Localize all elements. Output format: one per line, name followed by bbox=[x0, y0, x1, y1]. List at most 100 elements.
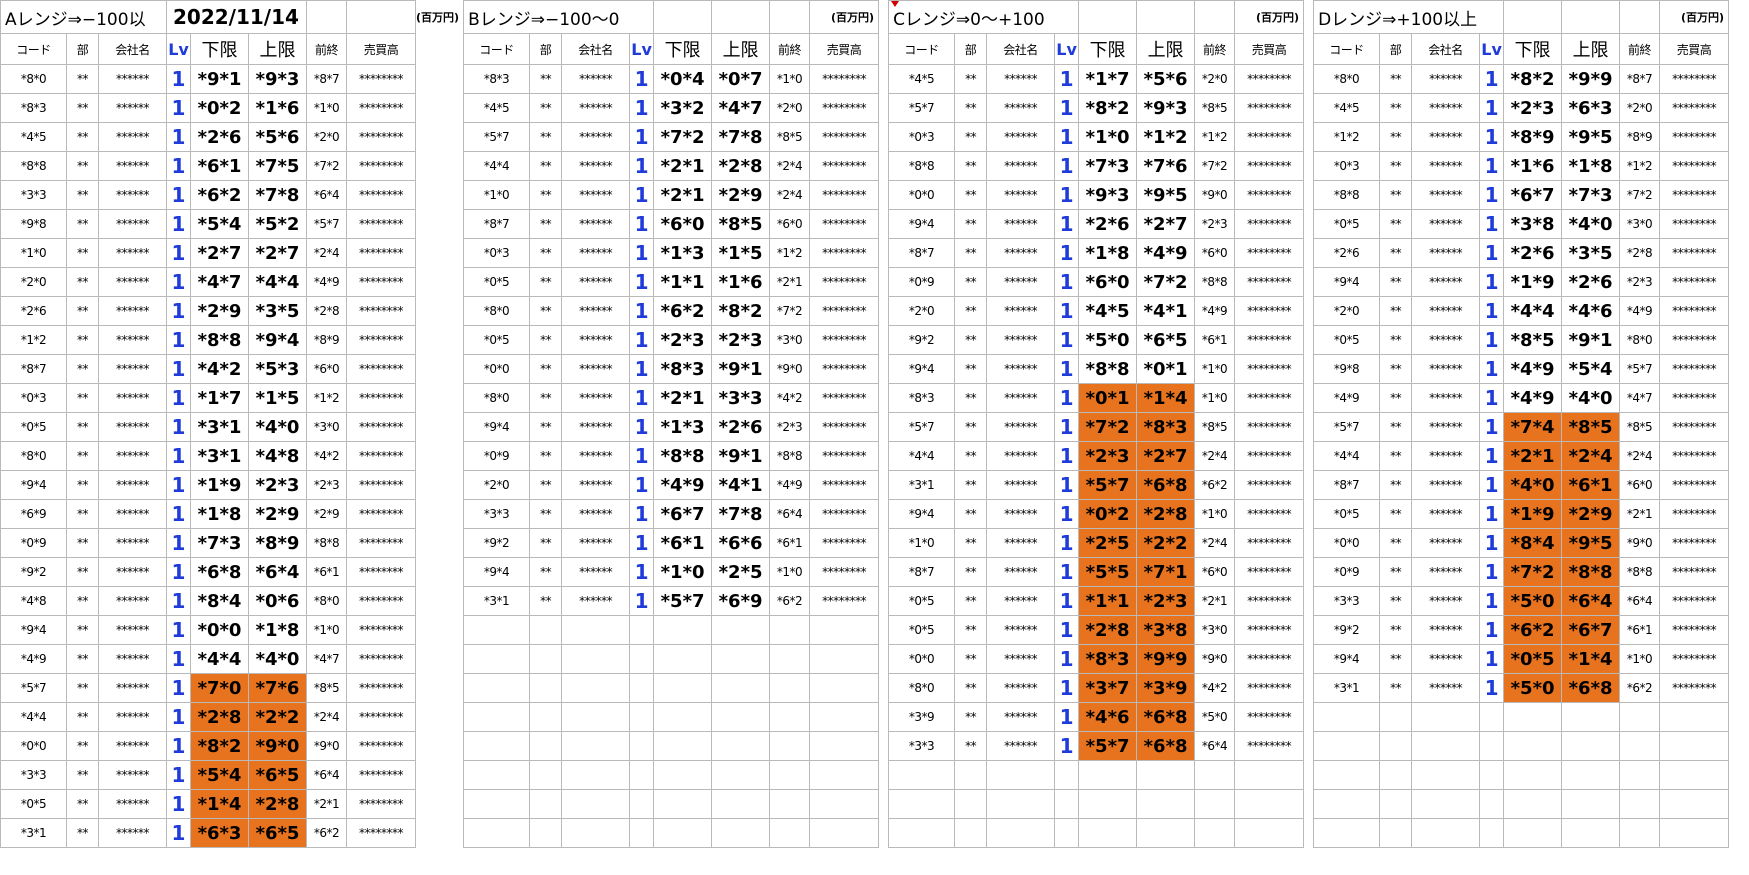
company-name[interactable]: ****** bbox=[1411, 673, 1481, 703]
empty-cell[interactable] bbox=[306, 0, 347, 34]
empty-cell[interactable] bbox=[1136, 789, 1196, 819]
empty-cell[interactable] bbox=[711, 760, 771, 790]
company-name[interactable]: ****** bbox=[561, 586, 631, 616]
prev-close[interactable]: *9*0 bbox=[769, 354, 811, 384]
prev-close[interactable]: *2*3 bbox=[306, 470, 347, 500]
stock-code[interactable]: *8*3 bbox=[463, 64, 531, 94]
dept-cell[interactable]: ** bbox=[529, 325, 563, 355]
empty-cell[interactable] bbox=[529, 673, 563, 703]
company-name[interactable]: ****** bbox=[561, 180, 631, 210]
empty-cell[interactable] bbox=[711, 673, 771, 703]
col-header-lower[interactable]: 下限 bbox=[190, 33, 249, 65]
level-value[interactable]: 1 bbox=[1479, 557, 1505, 587]
company-name[interactable]: ****** bbox=[98, 470, 167, 500]
lower-limit[interactable]: *7*2 bbox=[653, 122, 713, 152]
prev-close[interactable]: *8*8 bbox=[1194, 267, 1236, 297]
upper-limit[interactable]: *6*8 bbox=[1136, 731, 1196, 761]
stock-code[interactable]: *4*8 bbox=[0, 586, 67, 616]
empty-cell[interactable] bbox=[711, 644, 771, 674]
prev-close[interactable]: *7*2 bbox=[1619, 180, 1661, 210]
empty-cell[interactable] bbox=[1561, 789, 1621, 819]
stock-code[interactable]: *0*0 bbox=[463, 354, 531, 384]
col-header-company[interactable]: 会社名 bbox=[1411, 33, 1481, 65]
sales-volume[interactable]: ******** bbox=[809, 122, 880, 152]
company-name[interactable]: ****** bbox=[1411, 644, 1481, 674]
dept-cell[interactable]: ** bbox=[66, 441, 99, 471]
lower-limit[interactable]: *1*8 bbox=[1078, 238, 1138, 268]
stock-code[interactable]: *8*0 bbox=[463, 296, 531, 326]
dept-cell[interactable]: ** bbox=[954, 673, 988, 703]
lower-limit[interactable]: *4*9 bbox=[1503, 354, 1563, 384]
empty-cell[interactable] bbox=[1619, 789, 1661, 819]
lower-limit[interactable]: *1*7 bbox=[1078, 64, 1138, 94]
prev-close[interactable]: *2*0 bbox=[769, 93, 811, 123]
upper-limit[interactable]: *2*7 bbox=[1136, 441, 1196, 471]
empty-cell[interactable] bbox=[809, 615, 880, 645]
sales-volume[interactable]: ******** bbox=[1234, 586, 1305, 616]
upper-limit[interactable]: *9*5 bbox=[1561, 122, 1621, 152]
empty-cell[interactable] bbox=[1411, 702, 1481, 732]
empty-cell[interactable] bbox=[769, 789, 811, 819]
level-value[interactable]: 1 bbox=[166, 818, 191, 848]
empty-cell[interactable] bbox=[769, 702, 811, 732]
prev-close[interactable]: *6*4 bbox=[769, 499, 811, 529]
col-header-sales[interactable]: 売買高 bbox=[346, 33, 416, 65]
lower-limit[interactable]: *7*0 bbox=[190, 673, 249, 703]
level-value[interactable]: 1 bbox=[1479, 151, 1505, 181]
lower-limit[interactable]: *5*4 bbox=[190, 209, 249, 239]
company-name[interactable]: ****** bbox=[986, 731, 1056, 761]
dept-cell[interactable]: ** bbox=[66, 615, 99, 645]
empty-cell[interactable] bbox=[769, 615, 811, 645]
dept-cell[interactable]: ** bbox=[66, 122, 99, 152]
lower-limit[interactable]: *4*4 bbox=[1503, 296, 1563, 326]
level-value[interactable]: 1 bbox=[1479, 412, 1505, 442]
stock-code[interactable]: *2*0 bbox=[1313, 296, 1381, 326]
upper-limit[interactable]: *8*3 bbox=[1136, 412, 1196, 442]
company-name[interactable]: ****** bbox=[986, 354, 1056, 384]
company-name[interactable]: ****** bbox=[561, 122, 631, 152]
dept-cell[interactable]: ** bbox=[66, 238, 99, 268]
upper-limit[interactable]: *4*1 bbox=[1136, 296, 1196, 326]
empty-cell[interactable] bbox=[769, 644, 811, 674]
sales-volume[interactable]: ******** bbox=[1659, 644, 1730, 674]
company-name[interactable]: ****** bbox=[98, 238, 167, 268]
upper-limit[interactable]: *1*6 bbox=[248, 93, 307, 123]
sales-volume[interactable]: ******** bbox=[1234, 64, 1305, 94]
company-name[interactable]: ****** bbox=[1411, 470, 1481, 500]
stock-code[interactable]: *0*5 bbox=[0, 412, 67, 442]
prev-close[interactable]: *4*9 bbox=[1194, 296, 1236, 326]
empty-cell[interactable] bbox=[1313, 702, 1381, 732]
lower-limit[interactable]: *2*6 bbox=[190, 122, 249, 152]
sales-volume[interactable]: ******** bbox=[809, 499, 880, 529]
lower-limit[interactable]: *4*4 bbox=[190, 644, 249, 674]
empty-cell[interactable] bbox=[1313, 731, 1381, 761]
empty-cell[interactable] bbox=[463, 615, 531, 645]
empty-cell[interactable] bbox=[1054, 789, 1080, 819]
sales-volume[interactable]: ******** bbox=[346, 557, 416, 587]
unit-label[interactable]: (百万円) bbox=[1234, 0, 1305, 34]
prev-close[interactable]: *8*7 bbox=[306, 64, 347, 94]
stock-code[interactable]: *9*2 bbox=[888, 325, 956, 355]
stock-code[interactable]: *1*2 bbox=[1313, 122, 1381, 152]
level-value[interactable]: 1 bbox=[166, 238, 191, 268]
dept-cell[interactable]: ** bbox=[66, 64, 99, 94]
col-header-upper[interactable]: 上限 bbox=[1136, 33, 1196, 65]
empty-cell[interactable] bbox=[561, 615, 631, 645]
dept-cell[interactable]: ** bbox=[954, 412, 988, 442]
lower-limit[interactable]: *2*1 bbox=[653, 180, 713, 210]
lower-limit[interactable]: *2*3 bbox=[653, 325, 713, 355]
upper-limit[interactable]: *7*5 bbox=[248, 151, 307, 181]
prev-close[interactable]: *6*1 bbox=[306, 557, 347, 587]
sales-volume[interactable]: ******** bbox=[1234, 209, 1305, 239]
lower-limit[interactable]: *1*0 bbox=[653, 557, 713, 587]
empty-cell[interactable] bbox=[463, 760, 531, 790]
dept-cell[interactable]: ** bbox=[66, 412, 99, 442]
prev-close[interactable]: *1*0 bbox=[306, 93, 347, 123]
col-header-upper[interactable]: 上限 bbox=[248, 33, 307, 65]
stock-code[interactable]: *2*0 bbox=[888, 296, 956, 326]
level-value[interactable]: 1 bbox=[166, 760, 191, 790]
sales-volume[interactable]: ******** bbox=[1659, 586, 1730, 616]
lower-limit[interactable]: *2*6 bbox=[1078, 209, 1138, 239]
upper-limit[interactable]: *4*6 bbox=[1561, 296, 1621, 326]
level-value[interactable]: 1 bbox=[1479, 644, 1505, 674]
